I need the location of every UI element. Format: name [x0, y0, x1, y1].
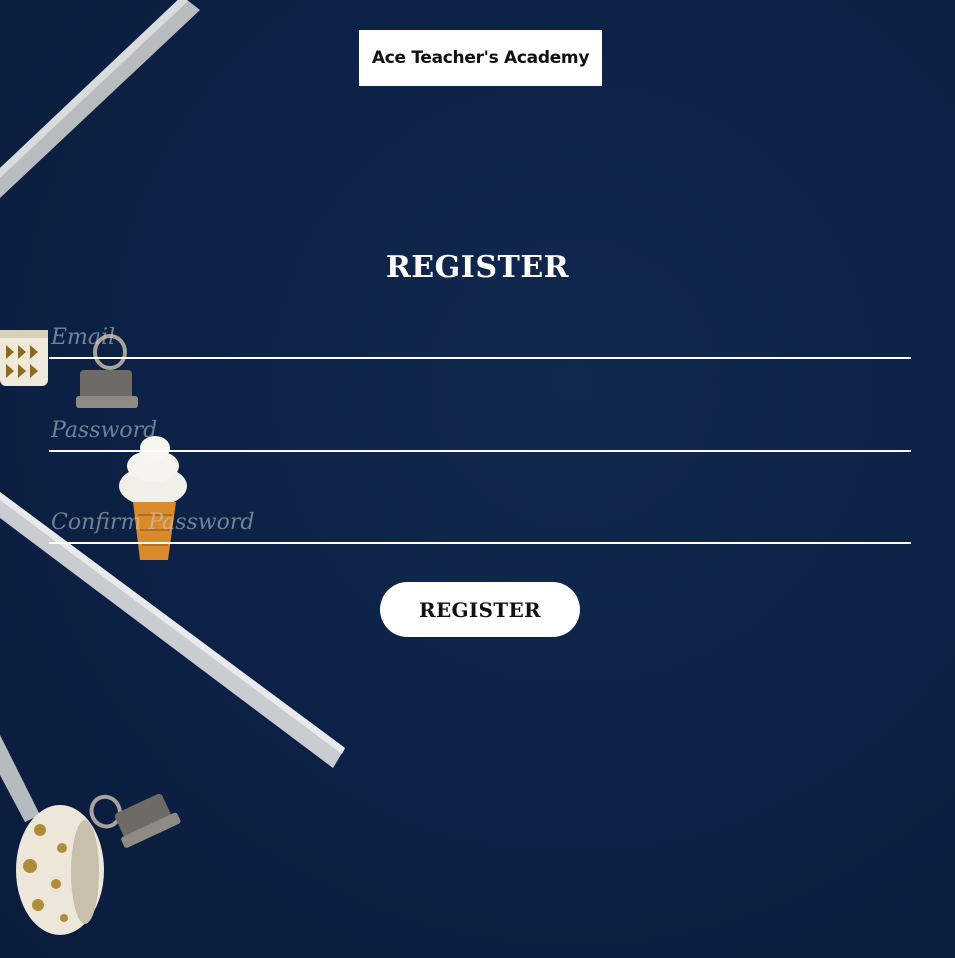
pencil-bottom-decoration [0, 735, 40, 822]
binder-clip-2-decoration [89, 793, 181, 848]
background-illustration [0, 0, 345, 935]
brand-title: Ace Teacher's Academy [371, 48, 590, 68]
register-button[interactable]: REGISTER [380, 582, 580, 637]
washi-tape-decoration [0, 330, 48, 386]
email-field[interactable] [49, 317, 911, 357]
washi-tape-roll-decoration [16, 805, 104, 935]
password-field-wrapper [49, 410, 911, 452]
form-heading: REGISTER [385, 250, 570, 285]
pencil-top-decoration [0, 0, 200, 198]
password-field[interactable] [49, 410, 911, 450]
email-field-wrapper [49, 317, 911, 359]
brand-logo-box[interactable]: Ace Teacher's Academy [359, 30, 602, 86]
confirm-password-field-wrapper [49, 502, 911, 544]
confirm-password-field[interactable] [49, 502, 911, 542]
